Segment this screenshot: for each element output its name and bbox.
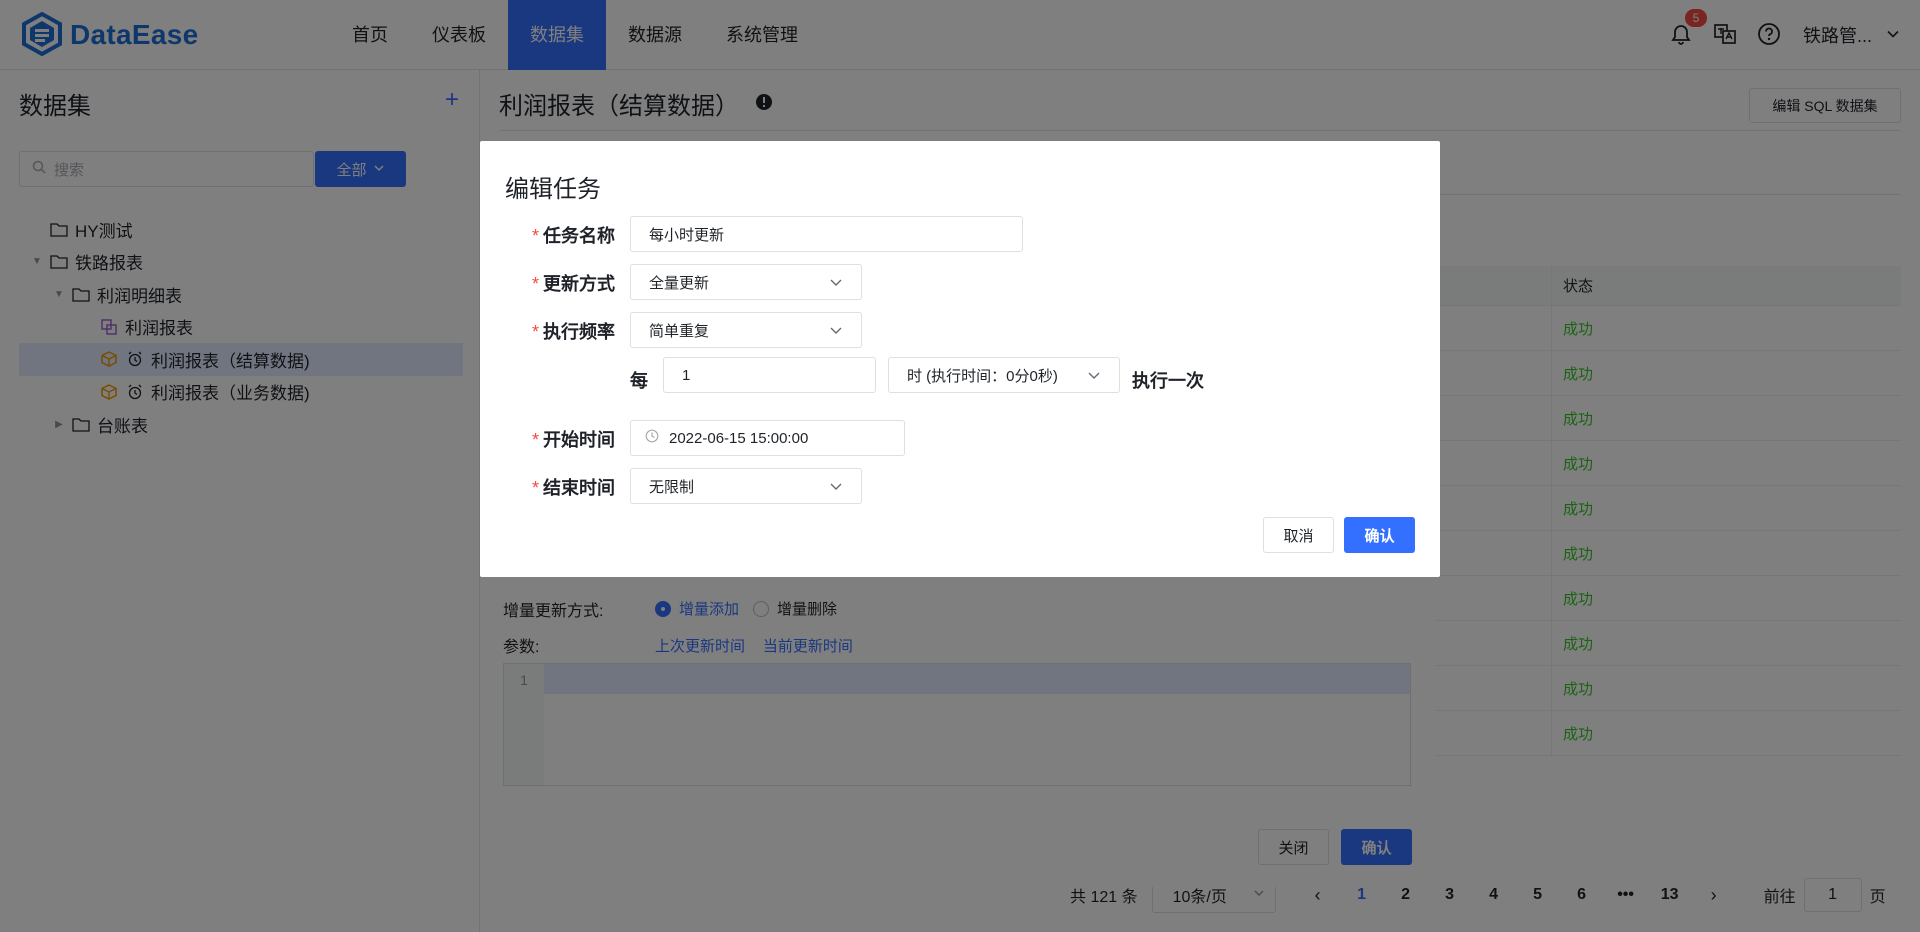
end-time-value: 无限制 xyxy=(649,478,695,496)
confirm-button[interactable]: 确认 xyxy=(1344,517,1415,553)
end-time-label: * 结束时间 xyxy=(531,478,615,498)
update-mode-select[interactable]: 全量更新 xyxy=(630,264,862,300)
frequency-value: 简单重复 xyxy=(649,322,710,340)
task-name-value: 每小时更新 xyxy=(649,226,725,244)
cancel-button[interactable]: 取消 xyxy=(1263,517,1334,553)
every-value: 1 xyxy=(682,366,691,384)
chevron-down-icon xyxy=(829,479,843,493)
chevron-down-icon xyxy=(1087,368,1101,382)
update-mode-value: 全量更新 xyxy=(649,274,710,292)
start-time-value: 2022-06-15 15:00:00 xyxy=(669,429,809,447)
chevron-down-icon xyxy=(829,323,843,337)
frequency-unit-value: 时 (执行时间：0分0秒) xyxy=(907,367,1058,385)
clock-icon xyxy=(645,429,659,447)
run-once-text: 执行一次 xyxy=(1132,371,1204,391)
required-mark: * xyxy=(531,226,539,246)
start-time-label: * 开始时间 xyxy=(531,430,615,450)
end-time-select[interactable]: 无限制 xyxy=(630,468,862,504)
frequency-unit-select[interactable]: 时 (执行时间：0分0秒) xyxy=(888,357,1120,393)
every-input[interactable]: 1 xyxy=(663,357,876,393)
dialog-title: 编辑任务 xyxy=(505,176,601,203)
start-time-picker[interactable]: 2022-06-15 15:00:00 xyxy=(630,420,905,456)
every-text: 每 xyxy=(630,371,648,391)
update-mode-label: * 更新方式 xyxy=(531,274,615,294)
edit-task-dialog: 编辑任务 * 任务名称 每小时更新 * 更新方式 全量更新 * 执行频率 简单重复 每… xyxy=(480,141,1440,577)
chevron-down-icon xyxy=(829,275,843,289)
task-name-label: * 任务名称 xyxy=(531,226,615,246)
frequency-select[interactable]: 简单重复 xyxy=(630,312,862,348)
task-name-input[interactable]: 每小时更新 xyxy=(630,216,1023,252)
frequency-label: * 执行频率 xyxy=(531,322,615,342)
